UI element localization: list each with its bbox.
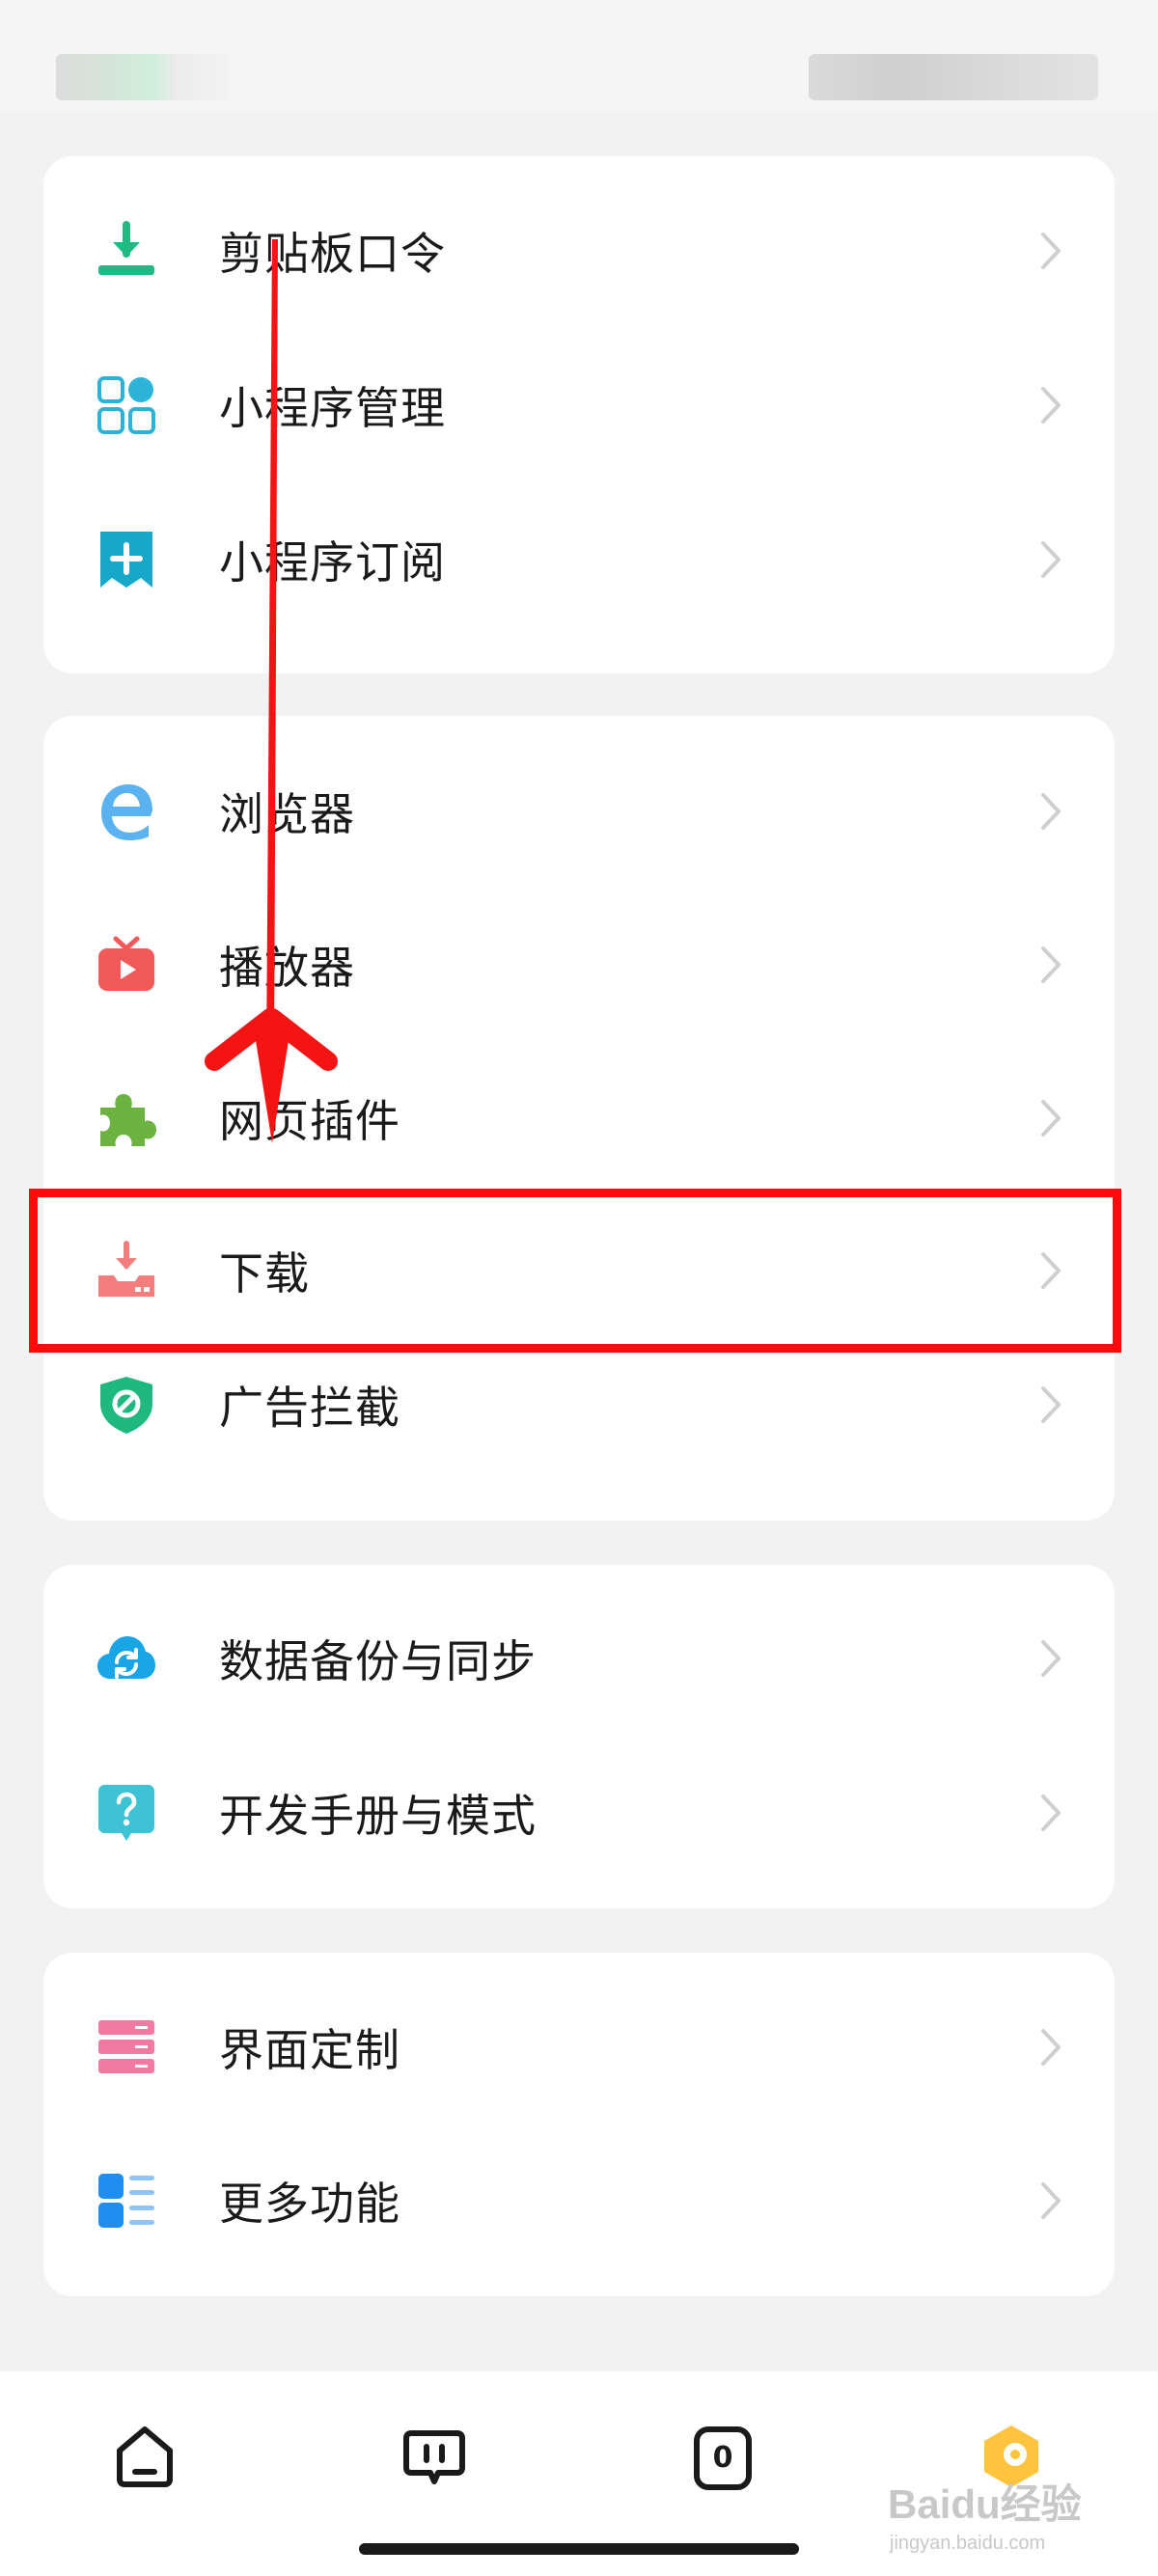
chevron-right-icon [1037, 1384, 1064, 1425]
question-bubble-icon [96, 1783, 156, 1843]
menu-item-label: 广告拦截 [219, 1382, 400, 1434]
status-bar [0, 0, 1158, 111]
menu-item-dev-manual-mode[interactable]: 开发手册与模式 [43, 1740, 1115, 1885]
chevron-right-icon [1037, 1638, 1064, 1679]
shield-block-icon [96, 1375, 156, 1435]
menu-item-browser[interactable]: 浏览器 [43, 739, 1115, 884]
menu-item-data-backup-sync[interactable]: 数据备份与同步 [43, 1586, 1115, 1731]
clipboard-download-icon [96, 221, 156, 281]
status-bar-right-blurred [809, 54, 1098, 100]
menu-item-mini-program-manage[interactable]: 小程序管理 [43, 333, 1115, 478]
home-icon [110, 2422, 179, 2495]
settings-card-4: 界面定制 更多功能 [43, 1953, 1115, 2296]
layers-icon [96, 2017, 156, 2077]
menu-item-label: 更多功能 [219, 2178, 400, 2230]
highlight-box [29, 1189, 1121, 1353]
nav-home[interactable] [106, 2420, 183, 2497]
menu-item-more-features[interactable]: 更多功能 [43, 2128, 1115, 2273]
chevron-right-icon [1037, 2180, 1064, 2221]
menu-item-label: 小程序订阅 [219, 536, 446, 589]
menu-item-ad-block[interactable]: 广告拦截 [43, 1332, 1115, 1477]
nav-profile[interactable] [973, 2420, 1050, 2497]
grid-apps-icon [96, 375, 156, 435]
browser-e-icon [96, 781, 156, 841]
chevron-right-icon [1037, 539, 1064, 580]
tabs-pause-icon [400, 2422, 469, 2495]
nav-tabs[interactable] [396, 2420, 473, 2497]
list-icon [96, 2171, 156, 2231]
menu-item-label: 浏览器 [219, 788, 355, 840]
menu-item-label: 剪贴板口令 [219, 228, 446, 280]
menu-item-player[interactable]: 播放器 [43, 892, 1115, 1037]
menu-item-label: 数据备份与同步 [219, 1635, 537, 1687]
settings-card-3: 数据备份与同步 开发手册与模式 [43, 1565, 1115, 1908]
menu-item-clipboard-command[interactable]: 剪贴板口令 [43, 178, 1115, 323]
tv-play-icon [96, 935, 156, 995]
chevron-right-icon [1037, 1098, 1064, 1138]
menu-item-ui-customize[interactable]: 界面定制 [43, 1975, 1115, 2120]
tab-count-value: 0 [712, 2441, 733, 2475]
tab-count-icon: 0 [688, 2424, 758, 2493]
menu-item-label: 网页插件 [219, 1095, 400, 1147]
settings-card-2: 浏览器 播放器 网页插件 下载 广告拦截 [43, 716, 1115, 1521]
menu-item-web-plugins[interactable]: 网页插件 [43, 1046, 1115, 1191]
chevron-right-icon [1037, 945, 1064, 985]
hexagon-avatar-icon [977, 2422, 1046, 2495]
menu-item-label: 播放器 [219, 942, 355, 994]
chevron-right-icon [1037, 2027, 1064, 2068]
chevron-right-icon [1037, 231, 1064, 271]
cloud-sync-icon [96, 1629, 156, 1688]
home-indicator [359, 2543, 799, 2555]
settings-card-1: 剪贴板口令 小程序管理 小程序订阅 [43, 156, 1115, 673]
puzzle-icon [96, 1088, 156, 1148]
menu-item-mini-program-subscribe[interactable]: 小程序订阅 [43, 487, 1115, 632]
bookmark-plus-icon [96, 530, 156, 589]
status-bar-left-blurred [56, 54, 230, 100]
menu-item-label: 界面定制 [219, 2024, 400, 2076]
chevron-right-icon [1037, 385, 1064, 425]
chevron-right-icon [1037, 791, 1064, 832]
nav-tab-count[interactable]: 0 [684, 2420, 761, 2497]
menu-item-label: 开发手册与模式 [219, 1790, 537, 1842]
menu-item-label: 小程序管理 [219, 382, 446, 434]
chevron-right-icon [1037, 1793, 1064, 1833]
